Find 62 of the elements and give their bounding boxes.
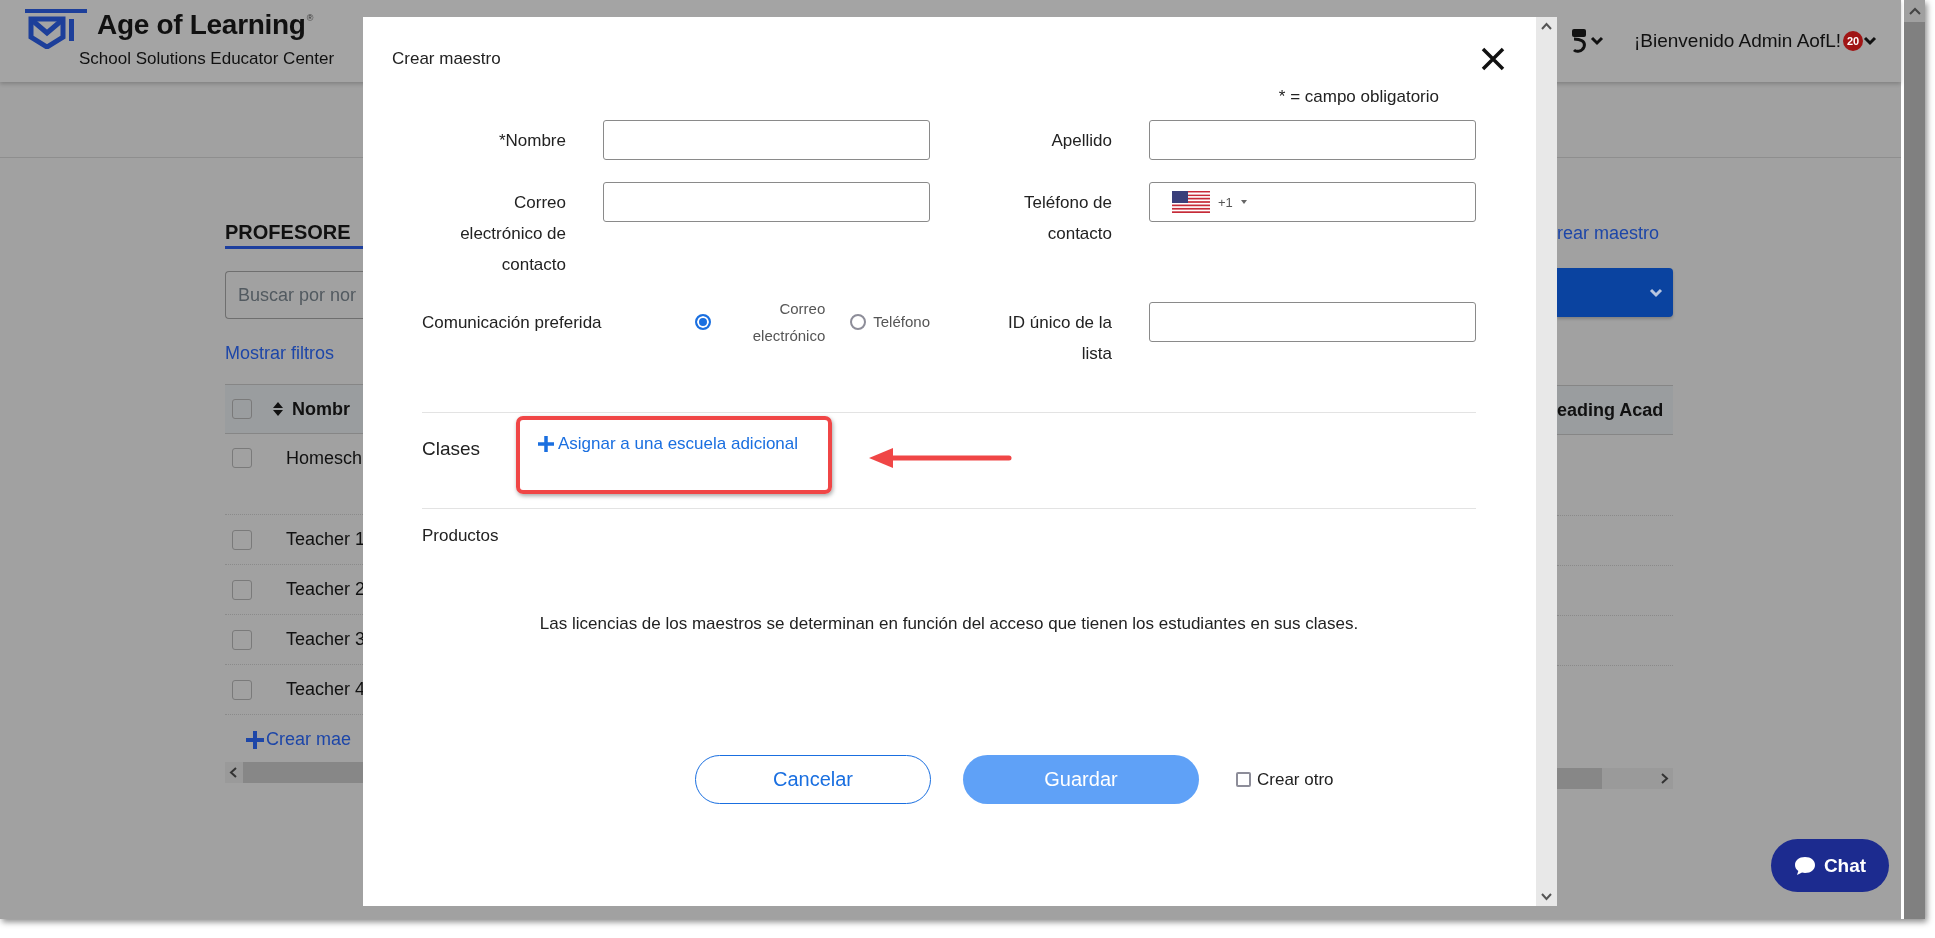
scroll-up-icon[interactable] <box>1908 7 1921 15</box>
create-another-checkbox[interactable]: Crear otro <box>1236 769 1334 790</box>
section-label: Productos <box>422 526 500 546</box>
radio-label: Teléfono <box>873 312 930 332</box>
plus-icon <box>246 730 264 749</box>
field-label: Apellido <box>1050 130 1112 152</box>
section-label: Clases <box>422 438 482 460</box>
dial-code: +1 <box>1218 194 1233 210</box>
page-heading: PROFESORE <box>225 220 352 245</box>
checkbox[interactable] <box>232 629 252 650</box>
column-header[interactable]: Nombr <box>292 398 350 420</box>
create-teacher-link[interactable]: Crear mae <box>246 729 363 750</box>
checkbox[interactable] <box>232 529 252 550</box>
plus-icon <box>538 436 554 452</box>
radio-button[interactable] <box>695 314 711 330</box>
create-teacher-link[interactable]: rear maestro <box>1557 220 1673 246</box>
scroll-thumb[interactable] <box>243 762 363 783</box>
registered-mark: ® <box>306 13 314 23</box>
phone-field[interactable]: +1 <box>1149 182 1476 222</box>
cancel-button[interactable]: Cancelar <box>695 755 931 804</box>
notification-badge: 20 <box>1843 31 1863 51</box>
filters-link[interactable]: Mostrar filtros <box>225 340 363 366</box>
close-button[interactable] <box>1480 46 1506 72</box>
sort-icon[interactable] <box>273 402 283 416</box>
logo-icon <box>25 9 87 49</box>
welcome-text: ¡Bienvenido Admin AofL! <box>1633 30 1841 52</box>
field-label: Correo electrónico de contacto <box>459 192 566 276</box>
radio-button[interactable] <box>850 314 867 330</box>
dialog-title: Crear maestro <box>392 49 501 69</box>
assign-school-link[interactable]: Asignar a una escuela adicional <box>538 434 799 454</box>
chevron-down-icon <box>1589 36 1604 46</box>
input-field[interactable] <box>1149 302 1476 342</box>
field-label: Teléfono de contacto <box>1023 192 1112 245</box>
checkbox[interactable] <box>232 579 252 600</box>
scroll-thumb[interactable] <box>1557 768 1602 789</box>
column-header[interactable]: eading Acad <box>1557 399 1664 421</box>
save-button[interactable]: Guardar <box>963 755 1199 804</box>
license-note: Las licencias de los maestros se determinan en función del acceso que tienen los estudiantes en sus clases. <box>538 614 1360 634</box>
caret-icon <box>1240 200 1247 204</box>
radio-label: Correo electrónico <box>751 299 826 346</box>
checkbox[interactable] <box>232 448 252 468</box>
input-field[interactable] <box>603 182 930 222</box>
scrollbar[interactable] <box>1904 0 1925 919</box>
input-field[interactable] <box>1149 120 1476 160</box>
table-cell: Teacher 4 <box>286 679 366 700</box>
field-label: *Nombre <box>497 130 566 152</box>
chevron-down-icon <box>1649 287 1663 298</box>
flag-icon <box>1172 191 1210 213</box>
checkbox[interactable] <box>232 399 252 419</box>
scrollbar[interactable] <box>1536 17 1557 906</box>
brand-name: Age of Learning <box>97 9 306 41</box>
checkbox[interactable] <box>232 679 252 700</box>
input-field[interactable] <box>603 120 930 160</box>
brand-subtitle: School Solutions Educator Center <box>79 49 335 69</box>
chat-button[interactable]: Chat <box>1771 839 1889 892</box>
required-note: * = campo obligatorio <box>1278 86 1439 108</box>
field-label: Comunicación preferida <box>422 312 603 334</box>
table-cell: Homesch <box>286 448 363 469</box>
field-label: ID único de la lista <box>1007 312 1112 365</box>
table-cell: Teacher 1 <box>286 529 366 550</box>
chevron-down-icon <box>1863 36 1877 46</box>
chat-bubble-icon <box>1793 855 1816 876</box>
